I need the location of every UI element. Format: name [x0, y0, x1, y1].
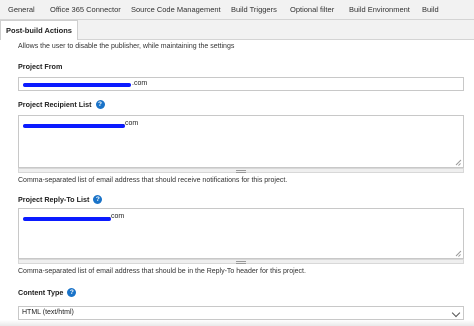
project-from-value: .com [132, 80, 148, 87]
tab-office-365-connector[interactable]: Office 365 Connector [50, 0, 121, 20]
disable-publisher-description: Allows the user to disable the publisher… [18, 43, 235, 50]
project-from-label: Project From [18, 62, 62, 71]
redaction-mark [23, 83, 131, 87]
tab-optional-filter[interactable]: Optional filter [290, 0, 334, 20]
reply-to-list-resize-bar[interactable] [18, 259, 464, 264]
redaction-mark [23, 217, 111, 221]
reply-to-list-value: .com [109, 213, 125, 220]
tab-bar: General Office 365 Connector Source Code… [0, 0, 474, 20]
chevron-down-icon [451, 308, 461, 318]
tab-post-build-actions[interactable]: Post-build Actions [0, 20, 78, 40]
resize-grip-icon[interactable] [455, 250, 461, 256]
tab-general[interactable]: General [8, 0, 35, 20]
recipient-list-help-text: Comma-separated list of email address th… [18, 177, 288, 184]
recipient-list-label: Project Recipient List ? [18, 100, 105, 109]
recipient-list-textarea[interactable]: .com [18, 115, 464, 168]
recipient-list-resize-bar[interactable] [18, 168, 464, 173]
recipient-list-label-text: Project Recipient List [18, 100, 92, 109]
tab-build-environment[interactable]: Build Environment [349, 0, 410, 20]
content-type-label-text: Content Type [18, 288, 64, 297]
resize-handle-icon [236, 261, 246, 264]
tab-build[interactable]: Build [422, 0, 439, 20]
recipient-list-value: .com [123, 120, 139, 127]
tab-source-code-management[interactable]: Source Code Management [131, 0, 221, 20]
reply-to-list-textarea[interactable]: .com [18, 208, 464, 259]
content-type-select[interactable]: HTML (text/html) [18, 306, 464, 320]
tab-build-triggers[interactable]: Build Triggers [231, 0, 277, 20]
project-from-label-text: Project From [18, 62, 63, 71]
post-build-panel: Allows the user to disable the publisher… [0, 40, 474, 326]
help-icon[interactable]: ? [95, 100, 105, 109]
reply-to-list-label: Project Reply-To List ? [18, 195, 103, 204]
help-icon[interactable]: ? [93, 195, 103, 204]
resize-handle-icon [236, 170, 246, 173]
bottom-divider [0, 320, 474, 326]
redaction-mark [23, 124, 125, 128]
reply-to-list-label-text: Project Reply-To List [18, 195, 90, 204]
help-icon[interactable]: ? [67, 288, 77, 297]
project-from-input[interactable]: .com [18, 77, 464, 91]
reply-to-list-help-text: Comma-separated list of email address th… [18, 268, 306, 275]
content-type-label: Content Type ? [18, 288, 77, 297]
resize-grip-icon[interactable] [455, 159, 461, 165]
content-type-selected-value: HTML (text/html) [22, 309, 74, 316]
